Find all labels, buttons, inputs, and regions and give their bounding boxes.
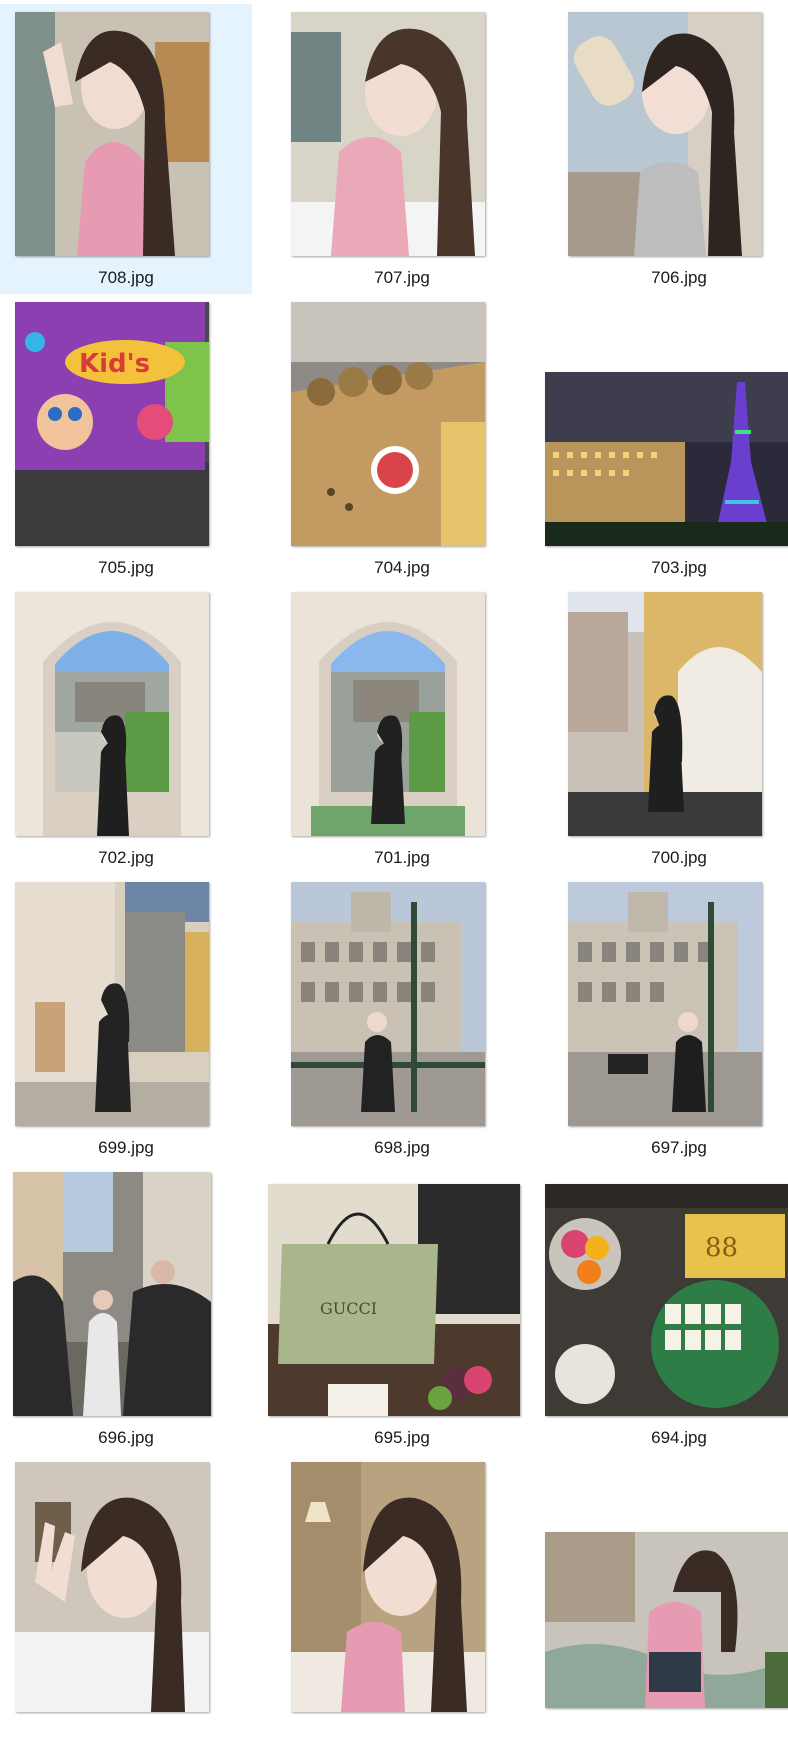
file-name: 697.jpg — [651, 1138, 707, 1157]
file-tile-695[interactable]: GUCCI 695.jpg — [268, 1164, 528, 1454]
thumbnail-image[interactable] — [568, 882, 762, 1126]
thumbnail-image[interactable] — [13, 1172, 211, 1416]
file-tile-703[interactable]: 703.jpg — [545, 294, 788, 584]
svg-text:88: 88 — [705, 1233, 738, 1263]
file-name: 700.jpg — [651, 848, 707, 867]
file-tile-692[interactable] — [276, 1454, 528, 1744]
file-tile-699[interactable]: 699.jpg — [0, 874, 252, 1164]
thumbnail-image[interactable]: Kid's — [15, 302, 209, 546]
file-tile-705[interactable]: Kid's 705.jpg — [0, 294, 252, 584]
file-name: 707.jpg — [374, 268, 430, 287]
file-name: 698.jpg — [374, 1138, 430, 1157]
file-name: 694.jpg — [651, 1428, 707, 1447]
file-name: 702.jpg — [98, 848, 154, 867]
file-tile-706[interactable]: 706.jpg — [553, 4, 788, 294]
file-tile-696[interactable]: 696.jpg — [0, 1164, 252, 1454]
file-tile-707[interactable]: 707.jpg — [276, 4, 528, 294]
thumbnail-image[interactable] — [568, 12, 762, 256]
file-tile-708[interactable]: 708.jpg — [0, 4, 252, 294]
thumbnail-image[interactable] — [291, 12, 485, 256]
file-tile-700[interactable]: 700.jpg — [553, 584, 788, 874]
file-gallery: 708.jpg 707.jpg 706.jpg Kid's 705.jpg 70… — [0, 0, 788, 1712]
file-name: 704.jpg — [374, 558, 430, 577]
thumbnail-image[interactable] — [545, 1532, 788, 1708]
file-tile-701[interactable]: 701.jpg — [276, 584, 528, 874]
svg-text:Kid's: Kid's — [79, 349, 150, 379]
thumbnail-image[interactable] — [291, 1462, 485, 1712]
thumbnail-image[interactable] — [15, 882, 209, 1126]
thumbnail-image[interactable] — [15, 592, 209, 836]
file-name: 706.jpg — [651, 268, 707, 287]
file-tile-698[interactable]: 698.jpg — [276, 874, 528, 1164]
file-name: 703.jpg — [651, 558, 707, 577]
thumbnail-image[interactable] — [15, 12, 209, 256]
file-name: 701.jpg — [374, 848, 430, 867]
file-tile-702[interactable]: 702.jpg — [0, 584, 252, 874]
thumbnail-image[interactable] — [15, 1462, 209, 1712]
file-name: 708.jpg — [98, 268, 154, 287]
file-name: 695.jpg — [374, 1428, 430, 1447]
file-name: 699.jpg — [98, 1138, 154, 1157]
thumbnail-image[interactable] — [291, 592, 485, 836]
file-tile-694[interactable]: 88 694.jpg — [545, 1164, 788, 1454]
svg-text:GUCCI: GUCCI — [320, 1299, 377, 1318]
file-tile-691[interactable] — [545, 1454, 788, 1744]
thumbnail-image[interactable] — [291, 882, 485, 1126]
file-name: 696.jpg — [98, 1428, 154, 1447]
file-tile-704[interactable]: 704.jpg — [276, 294, 528, 584]
file-name: 705.jpg — [98, 558, 154, 577]
file-tile-697[interactable]: 697.jpg — [553, 874, 788, 1164]
thumbnail-image[interactable] — [291, 302, 485, 546]
thumbnail-image[interactable]: GUCCI — [268, 1184, 520, 1416]
thumbnail-image[interactable]: 88 — [545, 1184, 788, 1416]
file-tile-693[interactable] — [0, 1454, 252, 1744]
thumbnail-image[interactable] — [545, 372, 788, 546]
thumbnail-image[interactable] — [568, 592, 762, 836]
